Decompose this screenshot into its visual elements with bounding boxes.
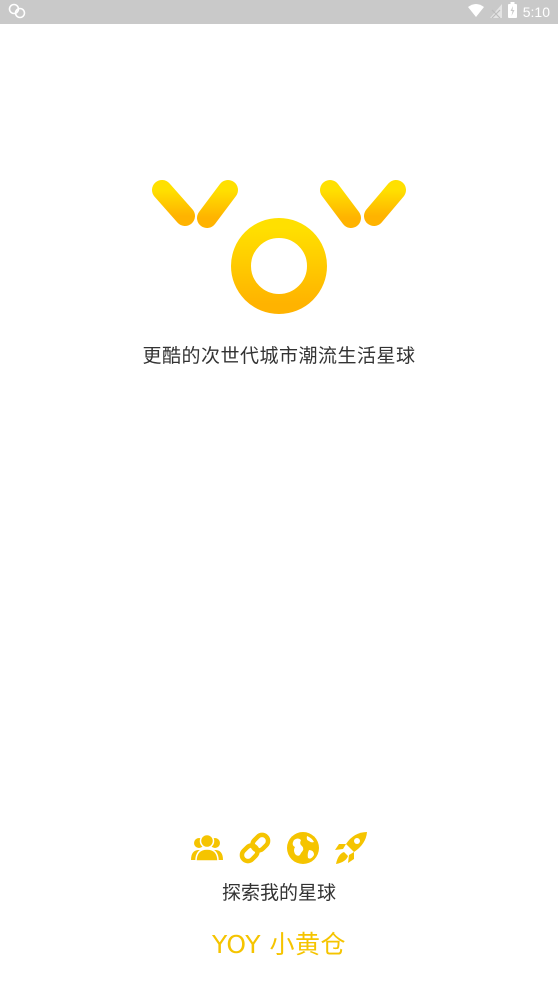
signal-icon — [489, 3, 502, 22]
status-time: 5:10 — [522, 4, 550, 20]
feature-icons — [0, 830, 558, 868]
tagline: 更酷的次世代城市潮流生活星球 — [142, 345, 416, 367]
rocket-icon — [335, 832, 367, 864]
status-bar: 5:10 — [0, 0, 558, 24]
yoy-logo — [150, 178, 408, 318]
people-icon — [191, 833, 223, 862]
notification-icon — [8, 3, 26, 23]
globe-icon — [287, 832, 319, 864]
link-icon — [239, 832, 271, 864]
slogan: 探索我的星球 — [221, 882, 336, 904]
battery-icon — [507, 2, 517, 22]
wifi-icon — [467, 3, 484, 22]
brand-name: YOY 小黄仓 — [212, 930, 346, 959]
